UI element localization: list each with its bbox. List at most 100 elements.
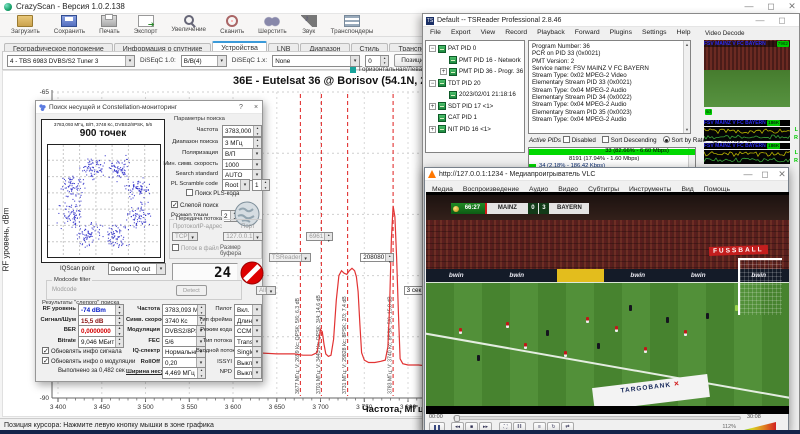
param-field2[interactable]: 1 (252, 179, 270, 191)
tree-item[interactable]: CAT PID 1 (426, 112, 524, 124)
scan-counter: 24 (172, 263, 238, 281)
menu-item[interactable]: Forward (570, 27, 605, 38)
blind-search-row[interactable]: Слепой поиск (171, 201, 218, 210)
tsreader-title: Default -- TSReader Professional 2.8.46 (437, 14, 561, 27)
tree-item[interactable]: −TDT PID 20 (426, 78, 524, 90)
taskbar-edge[interactable] (0, 430, 800, 434)
video-area[interactable]: bwinbwinbwinbwinbwinbwin FUSSBALL TARGOB… (426, 192, 789, 414)
video-decode-thumbnail: FSV MAINZ V FC BAYERN 7962 (704, 40, 790, 107)
tree-item[interactable]: +PMT PID 36 - Progr. 36 (426, 66, 524, 78)
dialog-title: Поиск несущей и Constellation-мониторинг (49, 101, 177, 114)
right-channel-label: R (794, 135, 798, 141)
param-row: Частота 3783,000 МГц (148, 125, 262, 134)
match-clock: 66:27 (451, 203, 485, 214)
result-field[interactable]: 9,046 МБит (78, 336, 124, 348)
param-field[interactable]: 3783,000 МГц (222, 125, 262, 137)
blind-checkbox[interactable] (171, 201, 178, 208)
constellation-icon (39, 104, 46, 111)
pls-checkbox[interactable] (186, 189, 193, 196)
left-channel-label: L (795, 150, 798, 156)
update-mod-row[interactable]: Обновлять инфо о модуляции (42, 357, 135, 366)
ad-boards: bwinbwinbwinbwinbwinbwin (426, 269, 789, 282)
seek-slider[interactable] (453, 416, 741, 420)
menu-item[interactable]: Settings (637, 27, 672, 38)
expander-icon[interactable]: − (429, 45, 436, 52)
detail-line: Stream Type: 0x04 MPEG-2 Audio (532, 116, 690, 123)
table-icon (438, 45, 446, 53)
svg-text:-90: -90 (40, 395, 50, 402)
menu-item[interactable]: Playback (532, 27, 570, 38)
result-field[interactable]: Выкл. (234, 367, 262, 379)
buffer-stepper[interactable]: 208080 (360, 253, 394, 262)
seek-thumb[interactable] (454, 415, 460, 422)
menu-item[interactable]: View (476, 27, 501, 38)
proto-select[interactable]: TCP (172, 232, 198, 241)
vlc-titlebar[interactable]: http://127.0.0.1:1234 - Медиапроигрывате… (425, 168, 788, 181)
result-row: Входной поток Single (196, 346, 262, 355)
tree-item[interactable]: +NIT PID 16 <1> (426, 124, 524, 136)
detail-line: Elementary Stream PID 34 (0x0022) (532, 94, 690, 101)
menu-item[interactable]: Export (446, 27, 476, 38)
pid-option[interactable]: Sort by Rate (663, 137, 706, 144)
update-signal-row[interactable]: Обновлять инфо сигнала (42, 347, 122, 356)
maximize-icon[interactable]: ◻ (758, 168, 772, 182)
constellation-subtitle: 3783,093 МГц, В/П, 3748 Кс, DVBS2/8PSK, … (42, 122, 164, 127)
constellation-panel: 3783,093 МГц, В/П, 3748 Кс, DVBS2/8PSK, … (41, 119, 165, 263)
tsreader-titlebar[interactable]: TS Default -- TSReader Professional 2.8.… (423, 14, 799, 27)
param-row: Диапазон поиска 3 МГц (148, 137, 262, 146)
option-box[interactable] (563, 136, 570, 143)
close-icon[interactable]: ✕ (775, 168, 789, 182)
modcode-select[interactable]: All (256, 286, 276, 295)
menu-item[interactable]: Help (672, 27, 696, 38)
pid-row[interactable]: 8191 (17.94% - 1.60 Mbps) (529, 156, 695, 164)
svg-text:3731 МГц; V; 29828 Кс; 8PSK; 2: 3731 МГц; V; 29828 Кс; 8PSK; 2/3; 7,4 dB (342, 296, 348, 394)
iqscan-select[interactable]: Demod IQ out (108, 263, 166, 275)
cup-icon (453, 206, 459, 212)
constellation-plot (47, 144, 161, 258)
tree-item[interactable]: −PAT PID 0 (426, 43, 524, 55)
update-signal-checkbox[interactable] (42, 347, 49, 354)
elapsed-time: 00:00 (429, 414, 443, 420)
pid-option[interactable]: Sort Descending (602, 137, 657, 144)
close-icon[interactable]: × (249, 101, 263, 114)
details-scrollbar[interactable] (683, 41, 690, 133)
port-stepper[interactable]: 6961 (306, 232, 333, 241)
help-icon[interactable]: ? (234, 101, 248, 114)
expander-icon[interactable]: − (429, 80, 436, 87)
minimize-icon[interactable]: — (741, 168, 755, 182)
stop-button[interactable] (240, 261, 264, 285)
ip-select[interactable]: 127.0.0.1 (223, 232, 262, 241)
right-channel-label: R (794, 158, 798, 164)
dialog-titlebar[interactable]: Поиск несущей и Constellation-мониторинг… (36, 101, 262, 114)
stream-app-select[interactable]: TSReader (269, 253, 311, 262)
detect-button[interactable]: Detect (176, 285, 207, 296)
tree-item[interactable]: 2023/02/01 21:18:16 (426, 89, 524, 101)
vlc-window: http://127.0.0.1:1234 - Медиапроигрывате… (424, 167, 789, 432)
menu-item[interactable]: File (425, 27, 446, 38)
pid-option[interactable]: Disabled (563, 137, 596, 144)
player (477, 355, 480, 361)
expander-icon[interactable]: + (429, 126, 436, 133)
pls-search-row[interactable]: Поиск PLS-кода (186, 189, 239, 198)
minimize-icon[interactable]: — (753, 14, 767, 28)
tree-item[interactable]: PMT PID 16 - Network (426, 55, 524, 67)
menu-item[interactable]: Plugins (605, 27, 637, 38)
expander-icon[interactable]: + (440, 68, 447, 75)
player (597, 343, 600, 349)
expander-icon[interactable]: + (429, 103, 436, 110)
file-checkbox[interactable] (172, 244, 179, 251)
player (615, 326, 618, 332)
maximize-icon[interactable]: ◻ (775, 14, 789, 28)
detail-line: PMT Version: 2 (532, 58, 690, 65)
file-stream-row[interactable]: Поток в файл (172, 244, 219, 253)
pid-row[interactable]: 33 (82.66% - 6.60 Mbps) (529, 148, 695, 156)
update-mod-checkbox[interactable] (42, 357, 49, 364)
option-box[interactable] (663, 136, 670, 143)
table-icon (438, 125, 446, 133)
menu-item[interactable]: Record (500, 27, 532, 38)
option-box[interactable] (602, 136, 609, 143)
result-row: BER 0,0000000 (38, 325, 126, 334)
tree-item[interactable]: +SDT PID 17 <1> (426, 101, 524, 113)
video-decode-label: Video Decode (705, 30, 744, 37)
audio1-waveform: L R (704, 127, 790, 141)
